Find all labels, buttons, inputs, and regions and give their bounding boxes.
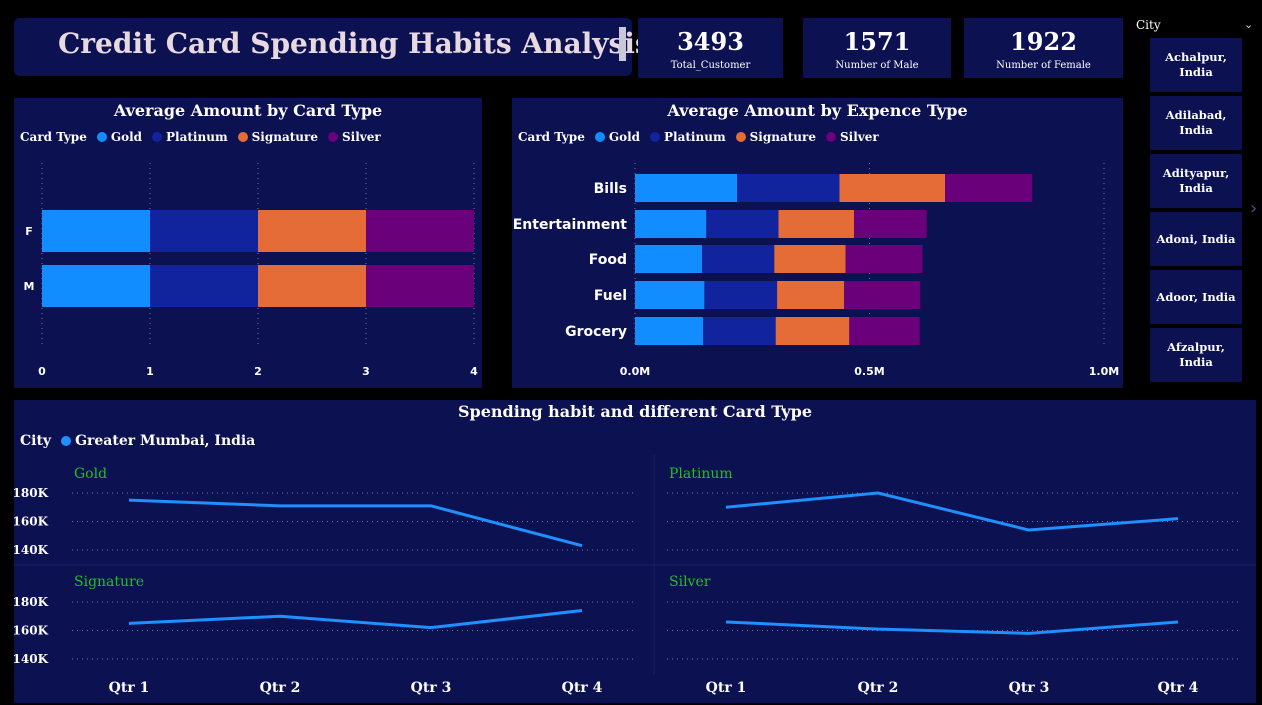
expense-type-bar-chart: 0.0M 0.5M 1.0M Bills Entertainment Food Fuel Gr…	[513, 163, 1119, 378]
y-tick-label: 140K	[14, 543, 49, 557]
bar-segment-silver	[849, 317, 920, 345]
y-category-label: F	[25, 225, 33, 238]
bar-segment-platinum	[150, 265, 258, 307]
page-title: Credit Card Spending Habits Analysis	[58, 27, 651, 60]
bar-segment-platinum	[704, 281, 778, 309]
spending-habit-line-chart: Gold 180K 160K 140K Platinum Signature 180K 160…	[14, 455, 1256, 696]
y-category-label: Entertainment	[513, 217, 628, 233]
kpi-total-customer-label: Total_Customer	[670, 60, 751, 71]
bar-segment-platinum	[737, 174, 840, 202]
card-type-chart-panel: Average Amount by Card Type Card Type Go…	[14, 98, 482, 388]
y-tick-label: 180K	[14, 486, 49, 500]
bar-segment-gold	[635, 210, 707, 238]
spending-habit-chart-panel: Spending habit and different Card Type C…	[14, 400, 1256, 703]
line-series-silver	[725, 620, 1179, 635]
y-category-label: Bills	[594, 181, 627, 197]
x-tick-label: 3	[362, 365, 370, 378]
x-tick-label: 0	[38, 365, 46, 378]
city-slicer-item[interactable]: Afzalpur, India	[1150, 328, 1242, 382]
kpi-female-value: 1922	[1010, 27, 1077, 56]
bar-segment-silver	[844, 281, 921, 309]
title-accent-bar	[619, 27, 626, 61]
bar-segment-silver	[845, 245, 923, 273]
city-slicer-item[interactable]: Achalpur, India	[1150, 38, 1242, 92]
x-tick-label: Qtr 1	[109, 680, 150, 696]
y-category-label: M	[24, 280, 35, 293]
bar-segment-platinum	[703, 317, 776, 345]
card-type-bar-chart: 0 1 2 3 4 F M	[24, 163, 478, 378]
bar-segment-gold	[635, 245, 703, 273]
bar-segment-signature	[258, 265, 366, 307]
y-category-label: Grocery	[565, 324, 627, 340]
y-tick-label: 160K	[14, 515, 49, 529]
small-multiple-title: Signature	[74, 574, 144, 590]
x-tick-label: 1	[146, 365, 154, 378]
x-tick-label: 2	[254, 365, 262, 378]
y-category-label: Food	[589, 252, 627, 268]
x-tick-label: 0.5M	[854, 365, 884, 378]
line-series-gold	[128, 498, 583, 548]
city-slicer-label: City	[1136, 18, 1161, 32]
chevron-right-icon[interactable]: ›	[1250, 198, 1257, 219]
x-tick-label: Qtr 2	[260, 680, 301, 696]
bar-segment-signature	[774, 245, 846, 273]
kpi-female-label: Number of Female	[996, 60, 1091, 71]
kpi-male-value: 1571	[843, 27, 911, 56]
city-slicer-item[interactable]: Adilabad, India	[1150, 96, 1242, 150]
x-tick-label: 4	[470, 365, 478, 378]
expense-type-chart-panel: Average Amount by Expence Type Card Type…	[512, 98, 1123, 388]
y-tick-label: 140K	[14, 652, 49, 666]
city-slicer-item[interactable]: Adityapur, India	[1150, 154, 1242, 208]
city-slicer-item[interactable]: Adoni, India	[1150, 212, 1242, 266]
x-tick-label: Qtr 1	[706, 680, 747, 696]
bar-segment-gold	[42, 210, 150, 252]
x-tick-label: Qtr 4	[1158, 680, 1199, 696]
x-tick-label: Qtr 3	[411, 680, 452, 696]
kpi-male-card: 1571 Number of Male	[803, 18, 951, 78]
bar-segment-silver	[854, 210, 927, 238]
bar-segment-silver	[945, 174, 1033, 202]
kpi-male-label: Number of Male	[835, 60, 919, 71]
kpi-female-card: 1922 Number of Female	[964, 18, 1123, 78]
bar-segment-signature	[778, 210, 855, 238]
y-category-label: Fuel	[594, 288, 627, 304]
y-tick-label: 160K	[14, 624, 49, 638]
bar-segment-signature	[775, 317, 850, 345]
x-tick-label: Qtr 3	[1009, 680, 1050, 696]
line-series-signature	[128, 609, 583, 630]
bar-segment-gold	[635, 174, 738, 202]
bar-segment-signature	[777, 281, 845, 309]
bar-segment-signature	[839, 174, 946, 202]
kpi-total-customer-card: 3493 Total_Customer	[638, 18, 783, 78]
bar-segment-gold	[635, 317, 704, 345]
line-series-platinum	[725, 491, 1179, 532]
small-multiple-title: Gold	[74, 466, 107, 482]
bar-segment-platinum	[702, 245, 775, 273]
bar-segment-silver	[366, 210, 474, 252]
bar-segment-silver	[366, 265, 474, 307]
bar-segment-signature	[258, 210, 366, 252]
x-tick-label: Qtr 4	[562, 680, 603, 696]
chevron-down-icon[interactable]: ⌄	[1244, 18, 1253, 31]
bar-segment-gold	[635, 281, 705, 309]
x-tick-label: 0.0M	[620, 365, 650, 378]
small-multiple-title: Platinum	[669, 466, 733, 482]
x-tick-label: 1.0M	[1089, 365, 1119, 378]
title-banner: Credit Card Spending Habits Analysis	[14, 18, 651, 76]
kpi-total-customer-value: 3493	[677, 27, 744, 56]
city-slicer-item[interactable]: Adoor, India	[1150, 270, 1242, 324]
y-tick-label: 180K	[14, 595, 49, 609]
bar-segment-platinum	[706, 210, 779, 238]
bar-segment-platinum	[150, 210, 258, 252]
bar-segment-gold	[42, 265, 150, 307]
x-tick-label: Qtr 2	[858, 680, 899, 696]
small-multiple-title: Silver	[669, 574, 711, 590]
